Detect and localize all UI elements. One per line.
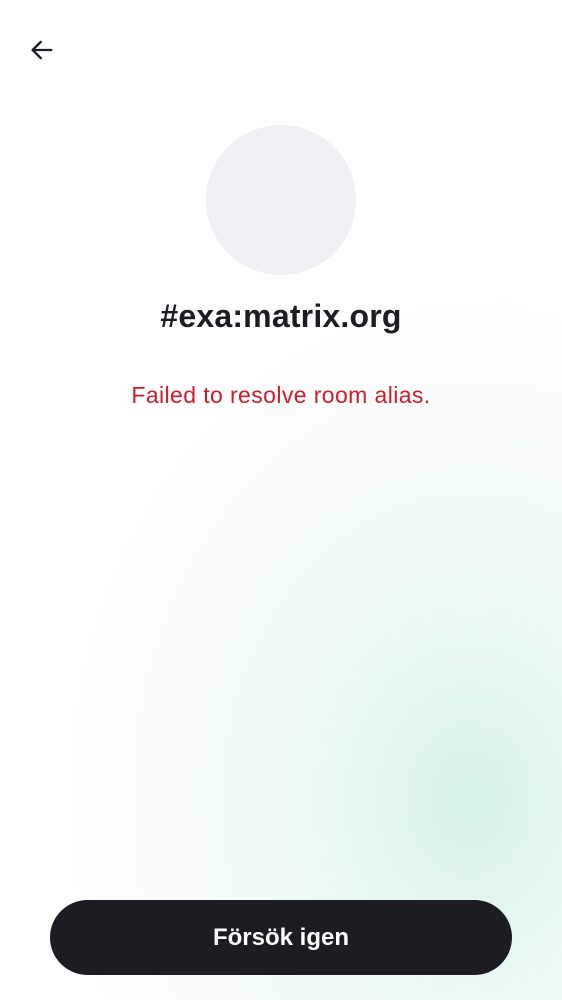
retry-button-label: Försök igen [212,923,350,951]
error-message: Failed to resolve room alias. [131,382,431,408]
back-button[interactable] [20,28,64,72]
arrow-left-icon [31,40,53,60]
room-avatar [206,125,356,275]
room-alias-title: #exa:matrix.org [160,298,402,334]
retry-button[interactable]: Försök igen [50,900,512,975]
